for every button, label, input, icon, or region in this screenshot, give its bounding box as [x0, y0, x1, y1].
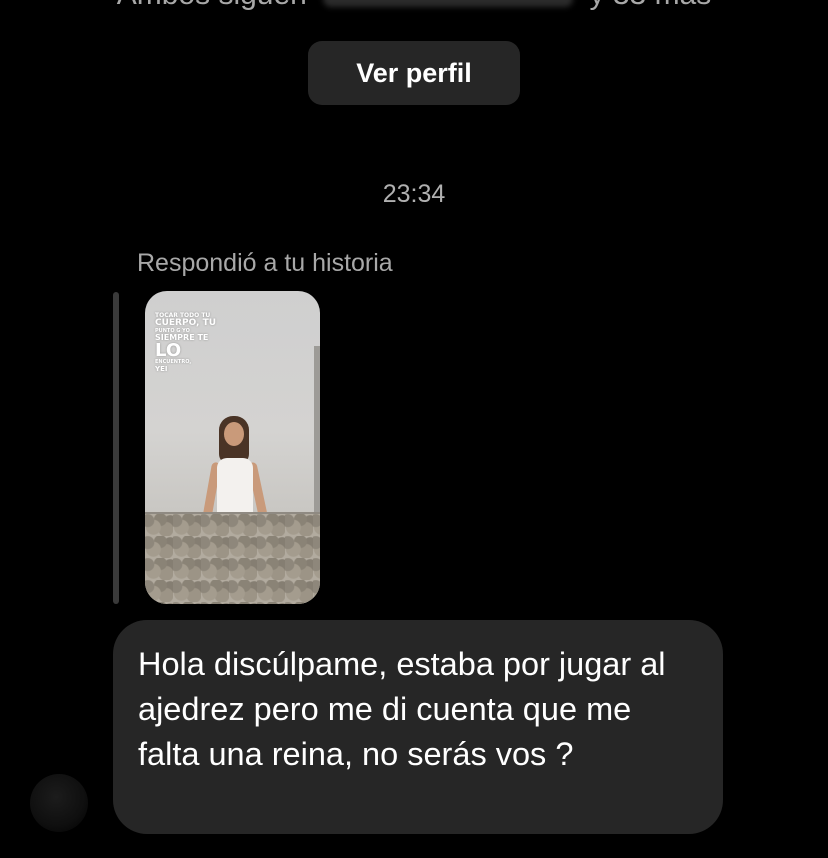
sender-avatar[interactable] [30, 774, 88, 832]
figure-head [224, 422, 244, 446]
view-profile-button[interactable]: Ver perfil [308, 41, 520, 105]
story-stone-wall [145, 514, 320, 604]
mutual-followers-text-left: Ambos siguen [117, 0, 307, 11]
mutual-followers-text-right: y 33 más [590, 0, 712, 11]
message-timestamp: 23:34 [382, 180, 446, 208]
story-wall-edge [314, 346, 320, 536]
reply-indicator-bar [113, 292, 119, 604]
story-text-line: YEI [155, 364, 168, 373]
message-bubble[interactable]: Hola discúlpame, estaba por jugar al aje… [113, 620, 723, 834]
story-thumbnail[interactable]: TOCAR TODO TU CUERPO, TU PUNTO G YO SIEM… [145, 291, 320, 604]
mutual-followers-text: Ambos siguen y 33 más [0, 0, 828, 12]
blurred-usernames [323, 0, 574, 8]
story-text-line: LO [155, 340, 182, 362]
story-reply-label: Respondió a tu historia [137, 249, 393, 277]
story-overlay-text: TOCAR TODO TU CUERPO, TU PUNTO G YO SIEM… [155, 312, 255, 373]
